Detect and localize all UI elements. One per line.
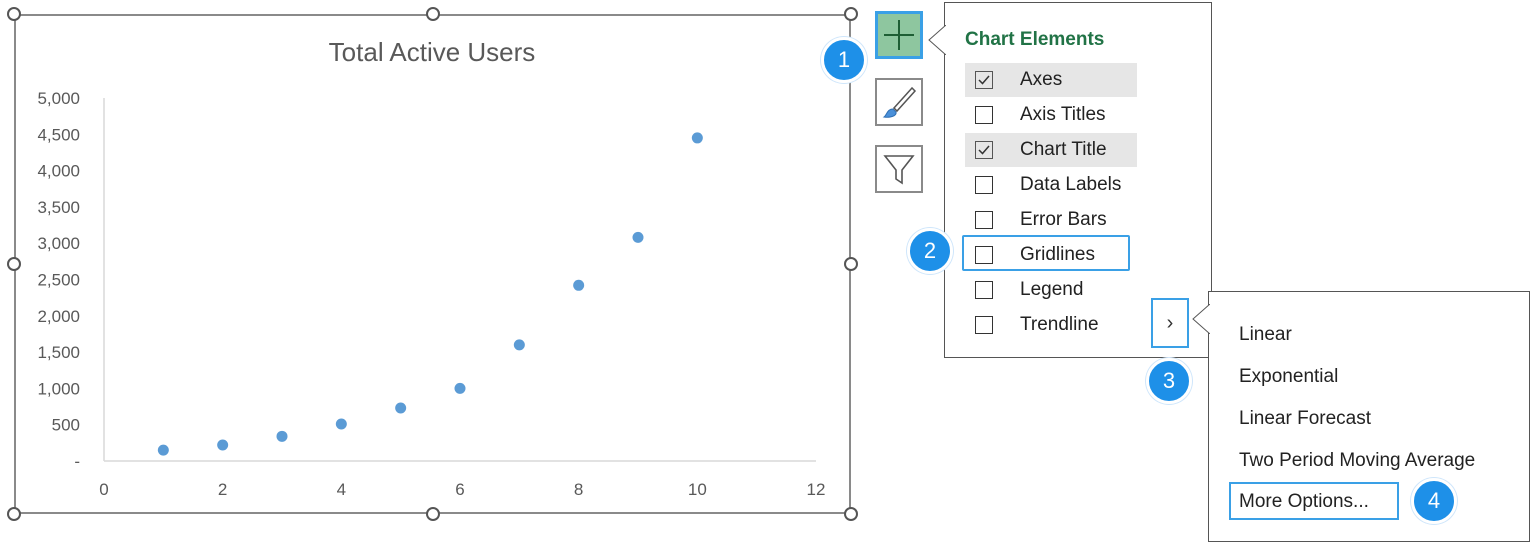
submenu-pointer xyxy=(1192,304,1210,334)
x-tick-label: 0 xyxy=(99,480,108,499)
y-tick-label: 2,500 xyxy=(37,271,80,290)
callout-2: 2 xyxy=(907,228,953,274)
element-label: Trendline xyxy=(1020,314,1099,335)
y-tick-label: 3,500 xyxy=(37,198,80,217)
chart-elements-title: Chart Elements xyxy=(965,29,1105,50)
data-labels-checkbox[interactable] xyxy=(975,176,993,194)
x-tick-label: 12 xyxy=(807,480,826,499)
element-axes[interactable]: Axes xyxy=(965,63,1137,97)
element-label: Data Labels xyxy=(1020,174,1122,195)
plus-icon xyxy=(884,20,914,50)
trendline-expand-button[interactable]: › xyxy=(1151,298,1189,348)
gridlines-highlight xyxy=(962,235,1130,271)
menu-item-linear[interactable]: Linear xyxy=(1239,324,1292,346)
y-tick-label: 4,500 xyxy=(37,125,80,144)
y-tick-label: 500 xyxy=(52,416,80,435)
menu-item-exponential[interactable]: Exponential xyxy=(1239,366,1338,388)
filter-icon xyxy=(883,155,915,185)
axis-titles-checkbox[interactable] xyxy=(975,106,993,124)
y-tick-label: 1,500 xyxy=(37,343,80,362)
y-tick-label: - xyxy=(74,452,80,471)
chart-elements-button[interactable] xyxy=(875,11,923,59)
data-point[interactable] xyxy=(513,339,525,351)
x-tick-label: 2 xyxy=(218,480,227,499)
data-point[interactable] xyxy=(157,444,169,456)
data-point[interactable] xyxy=(335,418,347,430)
data-point[interactable] xyxy=(454,382,466,394)
element-legend[interactable]: Legend xyxy=(965,273,1137,307)
element-trendline[interactable]: Trendline xyxy=(965,308,1137,342)
trendline-checkbox[interactable] xyxy=(975,316,993,334)
x-tick-label: 8 xyxy=(574,480,583,499)
checkmark-icon xyxy=(978,145,990,155)
data-point[interactable] xyxy=(217,439,229,451)
chart-filters-button[interactable] xyxy=(875,145,923,193)
element-label: Error Bars xyxy=(1020,209,1107,230)
element-label: Axis Titles xyxy=(1020,104,1106,125)
data-point[interactable] xyxy=(276,430,288,442)
data-point[interactable] xyxy=(395,402,407,414)
x-tick-label: 10 xyxy=(688,480,707,499)
element-data-labels[interactable]: Data Labels xyxy=(965,168,1137,202)
data-point[interactable] xyxy=(632,231,644,243)
chart-title[interactable]: Total Active Users xyxy=(329,37,536,67)
axes-checkbox[interactable] xyxy=(975,71,993,89)
element-axis-titles[interactable]: Axis Titles xyxy=(965,98,1137,132)
x-tick-label: 4 xyxy=(337,480,346,499)
y-tick-label: 3,000 xyxy=(37,234,80,253)
element-label: Legend xyxy=(1020,279,1084,300)
chart-title-checkbox[interactable] xyxy=(975,141,993,159)
chart-styles-button[interactable] xyxy=(875,78,923,126)
element-label: Chart Title xyxy=(1020,139,1107,160)
y-tick-label: 5,000 xyxy=(37,89,80,108)
y-tick-label: 2,000 xyxy=(37,307,80,326)
checkmark-icon xyxy=(978,75,990,85)
data-point[interactable] xyxy=(691,132,703,144)
element-label: Axes xyxy=(1020,69,1063,90)
data-point[interactable] xyxy=(573,279,585,291)
legend-checkbox[interactable] xyxy=(975,281,993,299)
x-tick-label: 6 xyxy=(455,480,464,499)
callout-1: 1 xyxy=(821,37,867,83)
callout-4: 4 xyxy=(1411,478,1457,524)
y-tick-label: 4,000 xyxy=(37,162,80,181)
scatter-chart: Total Active Users - 500 1,000 1,500 2,000 2,… xyxy=(37,37,826,499)
more-options-highlight xyxy=(1229,482,1399,520)
element-chart-title[interactable]: Chart Title xyxy=(965,133,1137,167)
paintbrush-icon xyxy=(882,86,917,118)
chevron-right-icon: › xyxy=(1166,311,1174,334)
error-bars-checkbox[interactable] xyxy=(975,211,993,229)
callout-3: 3 xyxy=(1146,358,1192,404)
menu-item-two-period-moving-average[interactable]: Two Period Moving Average xyxy=(1239,450,1475,472)
menu-item-linear-forecast[interactable]: Linear Forecast xyxy=(1239,408,1371,430)
y-tick-label: 1,000 xyxy=(37,379,80,398)
element-error-bars[interactable]: Error Bars xyxy=(965,203,1137,237)
panel-pointer xyxy=(928,25,946,55)
